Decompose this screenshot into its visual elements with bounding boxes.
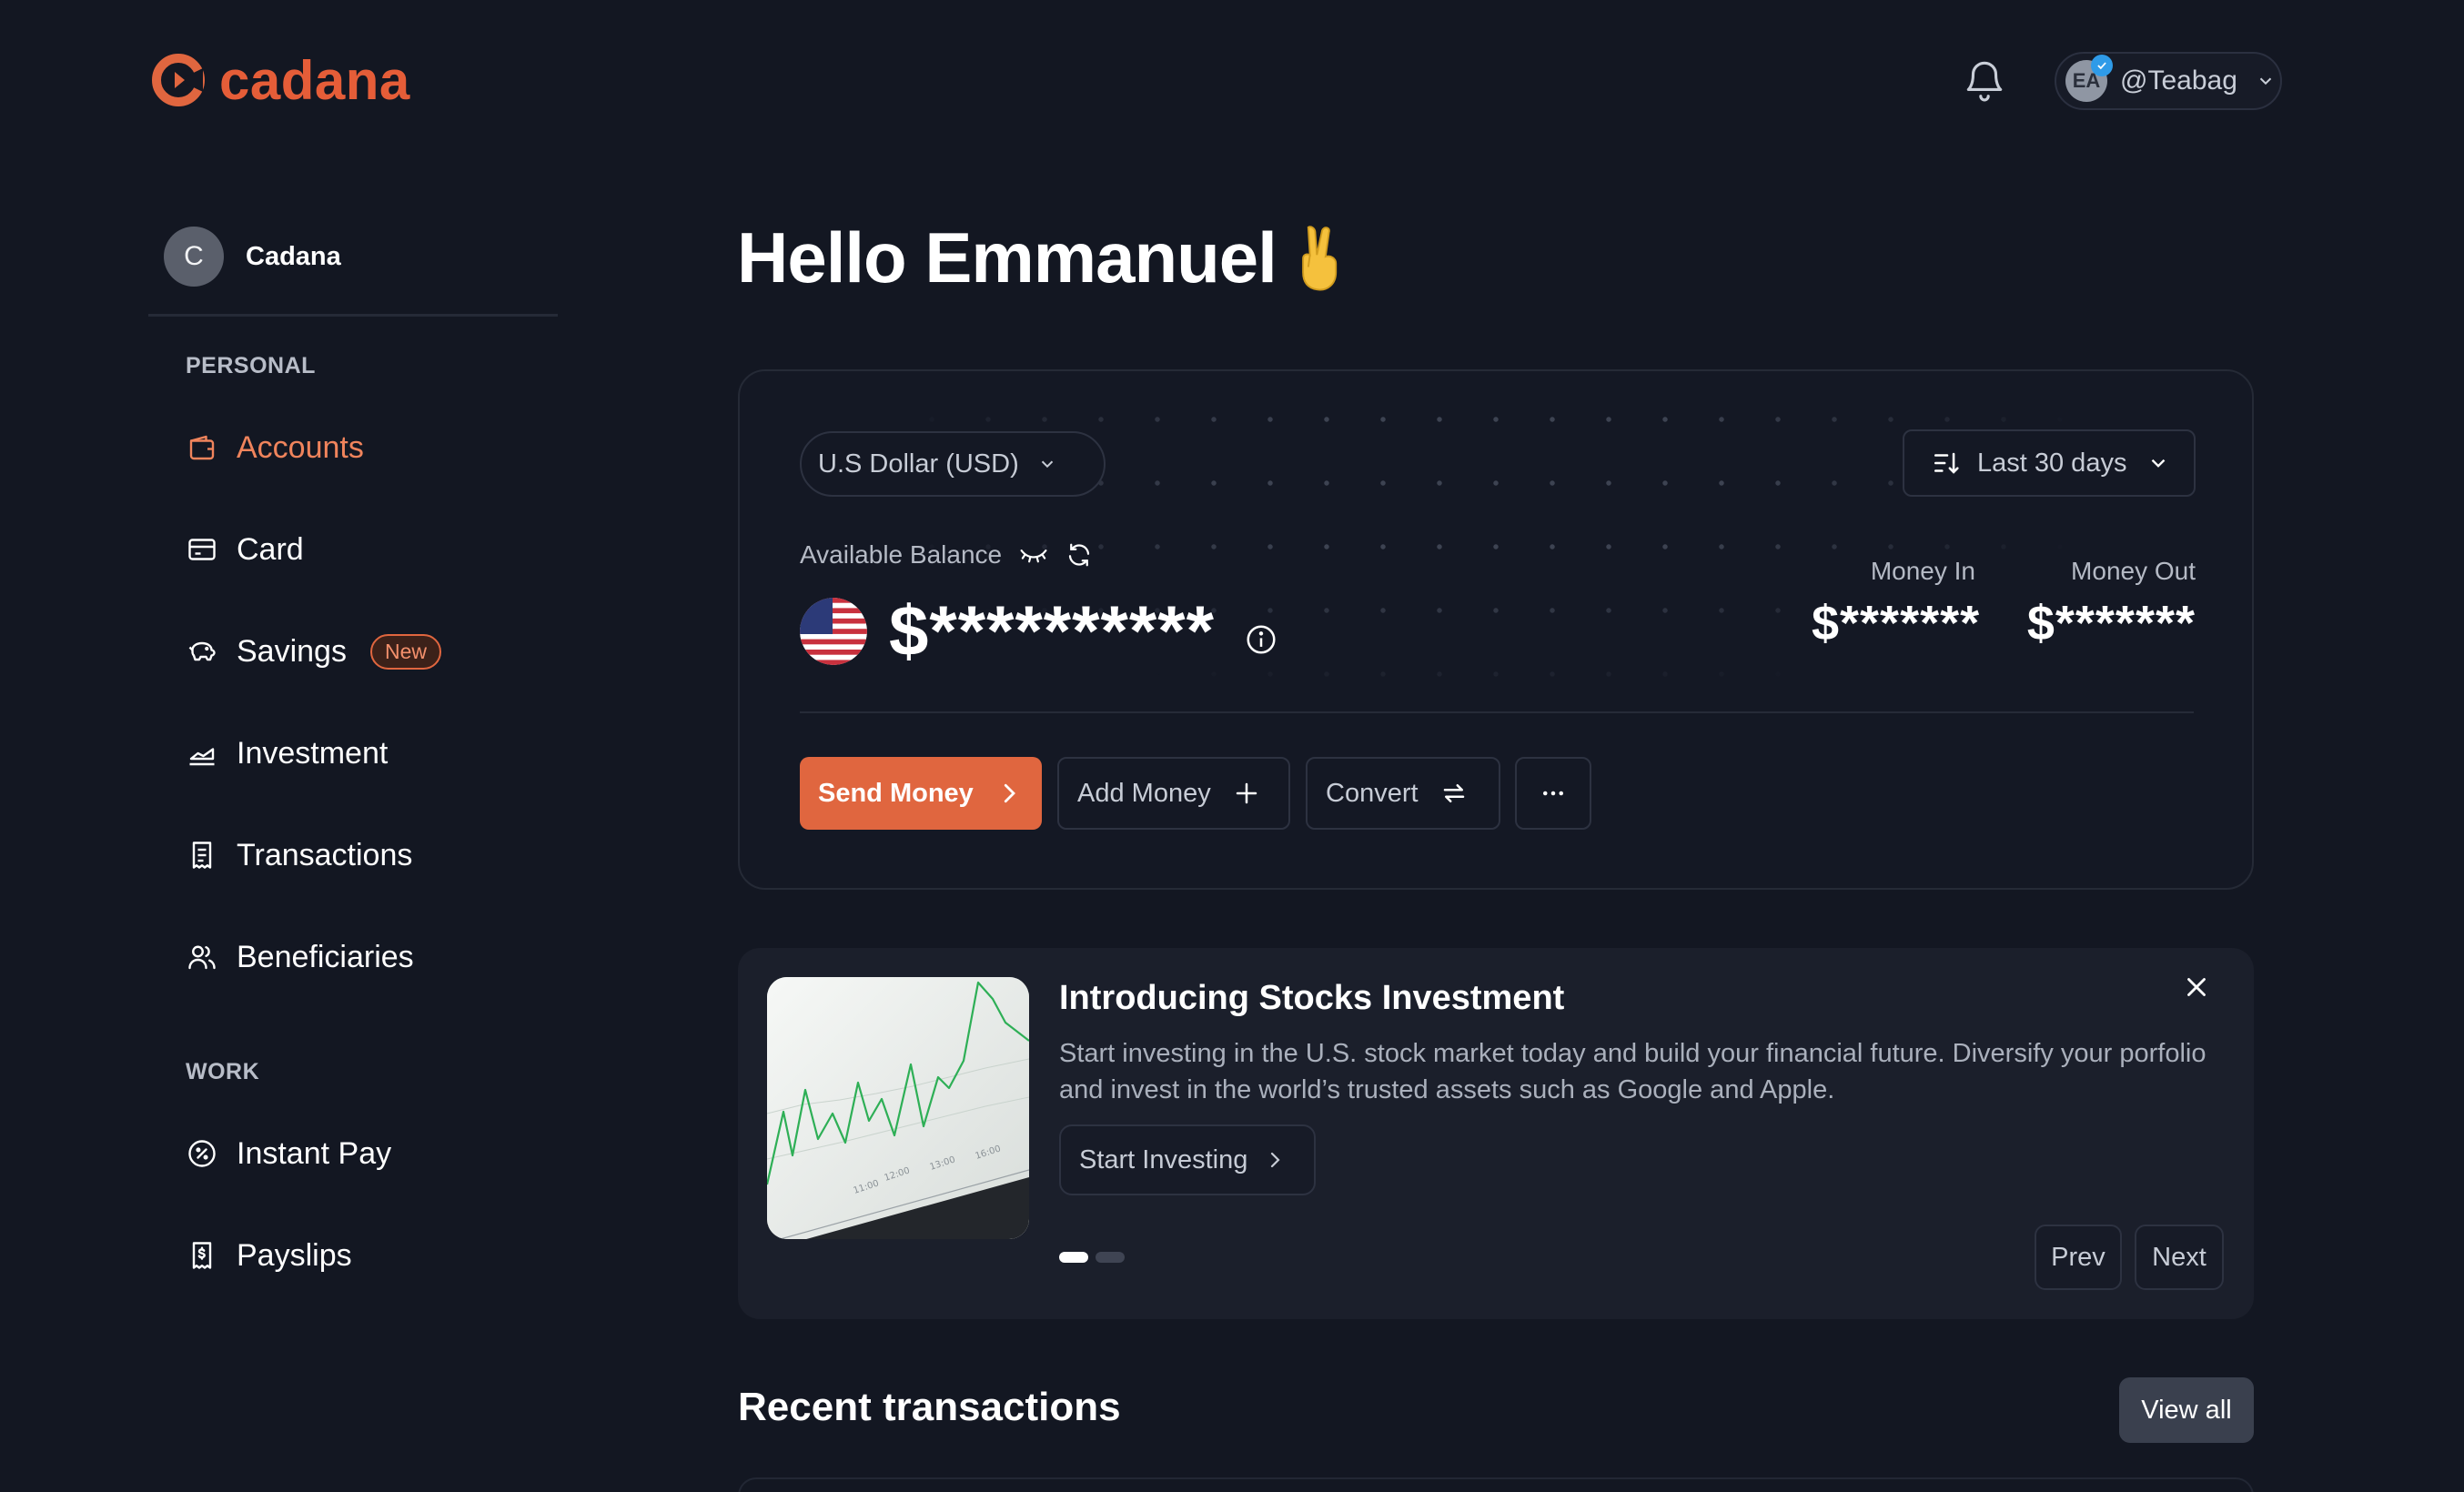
promo-description: Start investing in the U.S. stock market…	[1059, 1039, 2206, 1104]
period-select[interactable]: Last 30 days	[1903, 429, 2196, 497]
chevron-right-icon	[1004, 783, 1015, 803]
stocks-chart-image: 13:00 16:00 11:00 12:00	[767, 977, 1029, 1239]
prev-button[interactable]: Prev	[2035, 1225, 2122, 1290]
chart-icon	[189, 748, 215, 766]
money-out-label: Money Out	[2071, 557, 2196, 585]
sidebar-item-savings[interactable]: Savings New	[186, 624, 441, 679]
swap-icon	[1443, 784, 1464, 802]
sidebar-item-label: Transactions	[237, 837, 413, 872]
sidebar-item-transactions[interactable]: Transactions	[186, 828, 412, 882]
close-icon[interactable]	[2181, 972, 2212, 1003]
verified-badge-icon	[2091, 55, 2113, 76]
money-in-summary: Money In $*******	[1812, 557, 1981, 651]
avatar: EA	[2065, 55, 2113, 102]
notification-bell-icon[interactable]	[1962, 56, 2007, 104]
sidebar-item-instant-pay[interactable]: Instant Pay	[186, 1126, 391, 1181]
more-horizontal-icon	[1543, 791, 1563, 796]
cadana-logo-icon	[152, 54, 205, 106]
chevron-down-icon	[2259, 77, 2272, 86]
sidebar-item-label: Savings	[237, 633, 347, 669]
org-switcher[interactable]: C Cadana	[164, 227, 341, 287]
start-investing-label: Start Investing	[1079, 1144, 1248, 1174]
balance-row: $**********	[800, 590, 1278, 672]
money-out-value: $*******	[2026, 596, 2196, 650]
page-title: Hello Emmanuel	[737, 217, 1351, 299]
section-label-work: WORK	[186, 1059, 260, 1084]
money-in-label: Money In	[1870, 557, 1975, 585]
eye-closed-icon[interactable]	[1018, 541, 1049, 569]
sort-icon	[1934, 452, 1959, 474]
card-icon	[188, 539, 216, 560]
user-menu[interactable]: EA @Teabag	[2055, 52, 2282, 110]
available-balance-row: Available Balance	[800, 540, 1093, 570]
piggy-bank-icon	[188, 641, 216, 661]
users-icon	[188, 945, 216, 970]
logo-wordmark: cadana	[219, 49, 410, 111]
money-in-value: $*******	[1812, 596, 1981, 650]
balance-card: U.S Dollar (USD) Last 30 days Available …	[738, 369, 2254, 890]
plus-icon	[1236, 782, 1257, 804]
carousel-dot-active[interactable]	[1059, 1252, 1088, 1263]
convert-button[interactable]: Convert	[1306, 757, 1500, 830]
promo-card: 13:00 16:00 11:00 12:00 Introducing Stoc…	[738, 948, 2254, 1319]
currency-select-value: U.S Dollar (USD)	[818, 449, 1019, 479]
info-icon[interactable]	[1244, 622, 1278, 657]
next-button[interactable]: Next	[2135, 1225, 2224, 1290]
us-flag-icon	[800, 597, 867, 665]
org-name: Cadana	[246, 241, 341, 271]
sidebar-item-label: Beneficiaries	[237, 939, 414, 974]
money-out-summary: Money Out $*******	[2023, 557, 2196, 651]
victory-hand-icon	[1301, 225, 1337, 290]
period-select-value: Last 30 days	[1977, 448, 2127, 478]
sidebar-item-card[interactable]: Card	[186, 522, 304, 577]
new-badge: New	[369, 633, 441, 670]
card-divider	[800, 711, 2194, 713]
section-label-personal: PERSONAL	[186, 353, 316, 378]
balance-value: $**********	[889, 590, 1215, 670]
sidebar-item-label: Accounts	[237, 429, 364, 465]
wallet-icon	[189, 435, 215, 460]
promo-title: Introducing Stocks Investment	[1059, 979, 1565, 1017]
user-handle: @Teabag	[2120, 66, 2237, 96]
add-money-label: Add Money	[1077, 778, 1211, 808]
chevron-down-icon	[1041, 460, 1053, 469]
currency-select[interactable]: U.S Dollar (USD)	[800, 431, 1106, 497]
cadana-logo[interactable]: cadana	[150, 49, 410, 111]
add-money-button[interactable]: Add Money	[1057, 757, 1290, 830]
payslip-icon	[192, 1242, 212, 1269]
send-money-button[interactable]: Send Money	[800, 757, 1042, 830]
sidebar-item-investment[interactable]: Investment	[186, 726, 388, 781]
sidebar-item-label: Instant Pay	[237, 1135, 392, 1171]
org-avatar: C	[164, 227, 224, 287]
percent-badge-icon	[188, 1140, 216, 1167]
sidebar-item-label: Card	[237, 531, 304, 567]
send-money-label: Send Money	[818, 778, 974, 808]
dashboard-page: cadana EA @Teabag C Cadana PERSONAL Acco…	[0, 0, 2464, 1492]
receipt-icon	[192, 842, 212, 869]
sidebar-item-accounts[interactable]: Accounts	[186, 420, 364, 475]
sidebar-item-payslips[interactable]: Payslips	[186, 1228, 352, 1283]
carousel-dot[interactable]	[1096, 1252, 1125, 1263]
transactions-panel-edge	[738, 1477, 2254, 1492]
sidebar-item-label: Investment	[237, 735, 389, 771]
sidebar-divider	[148, 314, 558, 317]
available-balance-label: Available Balance	[800, 540, 1003, 569]
start-investing-button[interactable]: Start Investing	[1059, 1124, 1316, 1195]
more-actions-button[interactable]	[1515, 757, 1591, 830]
sidebar-item-label: Payslips	[237, 1237, 352, 1273]
chevron-down-icon	[2152, 459, 2166, 468]
view-all-button[interactable]: View all	[2119, 1377, 2254, 1443]
chevron-right-icon	[1271, 1152, 1280, 1168]
greeting-text: Hello Emmanuel	[737, 217, 1277, 297]
recent-transactions-title: Recent transactions	[738, 1385, 1121, 1429]
convert-label: Convert	[1326, 778, 1419, 808]
sidebar-item-beneficiaries[interactable]: Beneficiaries	[186, 930, 414, 984]
refresh-icon[interactable]	[1065, 541, 1093, 569]
